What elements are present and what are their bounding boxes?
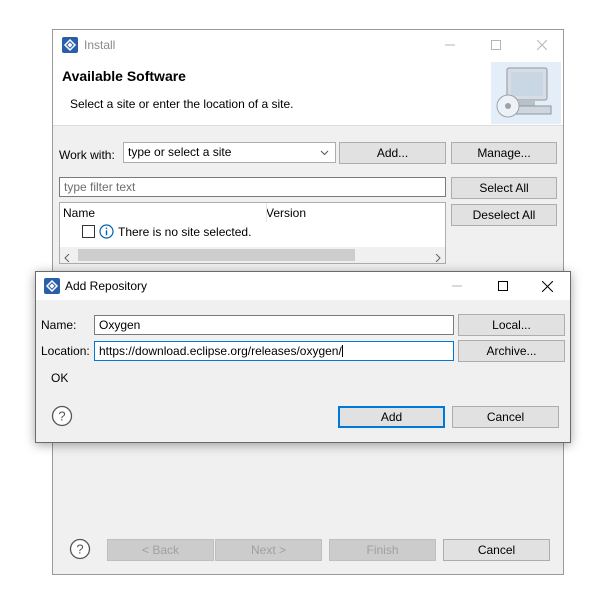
dialog-cancel-button[interactable]: Cancel [452, 406, 559, 428]
filter-input[interactable]: type filter text [59, 177, 446, 197]
deselect-all-button[interactable]: Deselect All [451, 204, 557, 226]
monitor-cd-icon [491, 62, 561, 124]
site-table: Name Version There is no site selected. [59, 202, 446, 264]
info-icon [99, 224, 114, 242]
text-cursor [341, 345, 343, 357]
close-icon[interactable] [519, 30, 565, 60]
name-field[interactable]: Oxygen [94, 315, 454, 335]
finish-button[interactable]: Finish [329, 539, 436, 561]
help-icon[interactable]: ? [69, 538, 91, 563]
svg-text:?: ? [76, 542, 83, 557]
column-divider [266, 203, 267, 222]
minimize-icon[interactable] [427, 30, 473, 60]
dialog-title: Add Repository [65, 279, 148, 293]
horizontal-scrollbar[interactable] [60, 247, 445, 263]
add-button[interactable]: Add [338, 406, 445, 428]
manage-button[interactable]: Manage... [451, 142, 557, 164]
chevron-down-icon[interactable] [320, 146, 329, 160]
work-with-combo[interactable]: type or select a site [123, 142, 336, 163]
cancel-button[interactable]: Cancel [443, 539, 550, 561]
scroll-left-icon[interactable] [64, 251, 70, 265]
add-site-button[interactable]: Add... [339, 142, 446, 164]
site-checkbox[interactable] [82, 225, 95, 238]
eclipse-icon [62, 37, 78, 53]
column-header-name[interactable]: Name [63, 206, 95, 220]
minimize-icon[interactable] [434, 272, 480, 300]
name-label: Name: [41, 318, 77, 332]
work-with-value: type or select a site [128, 145, 232, 159]
page-subtitle: Select a site or enter the location of a… [70, 97, 294, 111]
back-button[interactable]: < Back [107, 539, 214, 561]
help-icon[interactable]: ? [51, 405, 73, 430]
wizard-header: Available Software Select a site or ente… [53, 60, 563, 126]
add-repository-dialog: Add Repository Name: Oxygen Local... Loc… [35, 271, 571, 443]
close-icon[interactable] [524, 272, 570, 300]
name-value: Oxygen [99, 318, 141, 332]
next-button[interactable]: Next > [215, 539, 322, 561]
dialog-titlebar: Add Repository [36, 272, 570, 300]
location-label: Location: [41, 344, 90, 358]
page-title: Available Software [62, 68, 186, 84]
column-header-version[interactable]: Version [266, 206, 306, 220]
status-message: OK [51, 371, 69, 385]
maximize-icon[interactable] [480, 272, 526, 300]
install-titlebar: Install [53, 30, 563, 60]
location-value: https://download.eclipse.org/releases/ox… [99, 344, 342, 358]
location-field[interactable]: https://download.eclipse.org/releases/ox… [94, 341, 454, 361]
svg-text:?: ? [58, 409, 65, 424]
maximize-icon[interactable] [473, 30, 519, 60]
scroll-right-icon[interactable] [435, 251, 441, 265]
archive-button[interactable]: Archive... [458, 340, 565, 362]
select-all-button[interactable]: Select All [451, 177, 557, 199]
work-with-label: Work with: [59, 148, 115, 162]
scrollbar-thumb[interactable] [78, 249, 355, 261]
eclipse-icon [44, 278, 60, 294]
install-title: Install [84, 38, 116, 52]
filter-placeholder: type filter text [64, 180, 136, 194]
local-button[interactable]: Local... [458, 314, 565, 336]
no-site-message: There is no site selected. [118, 225, 252, 239]
